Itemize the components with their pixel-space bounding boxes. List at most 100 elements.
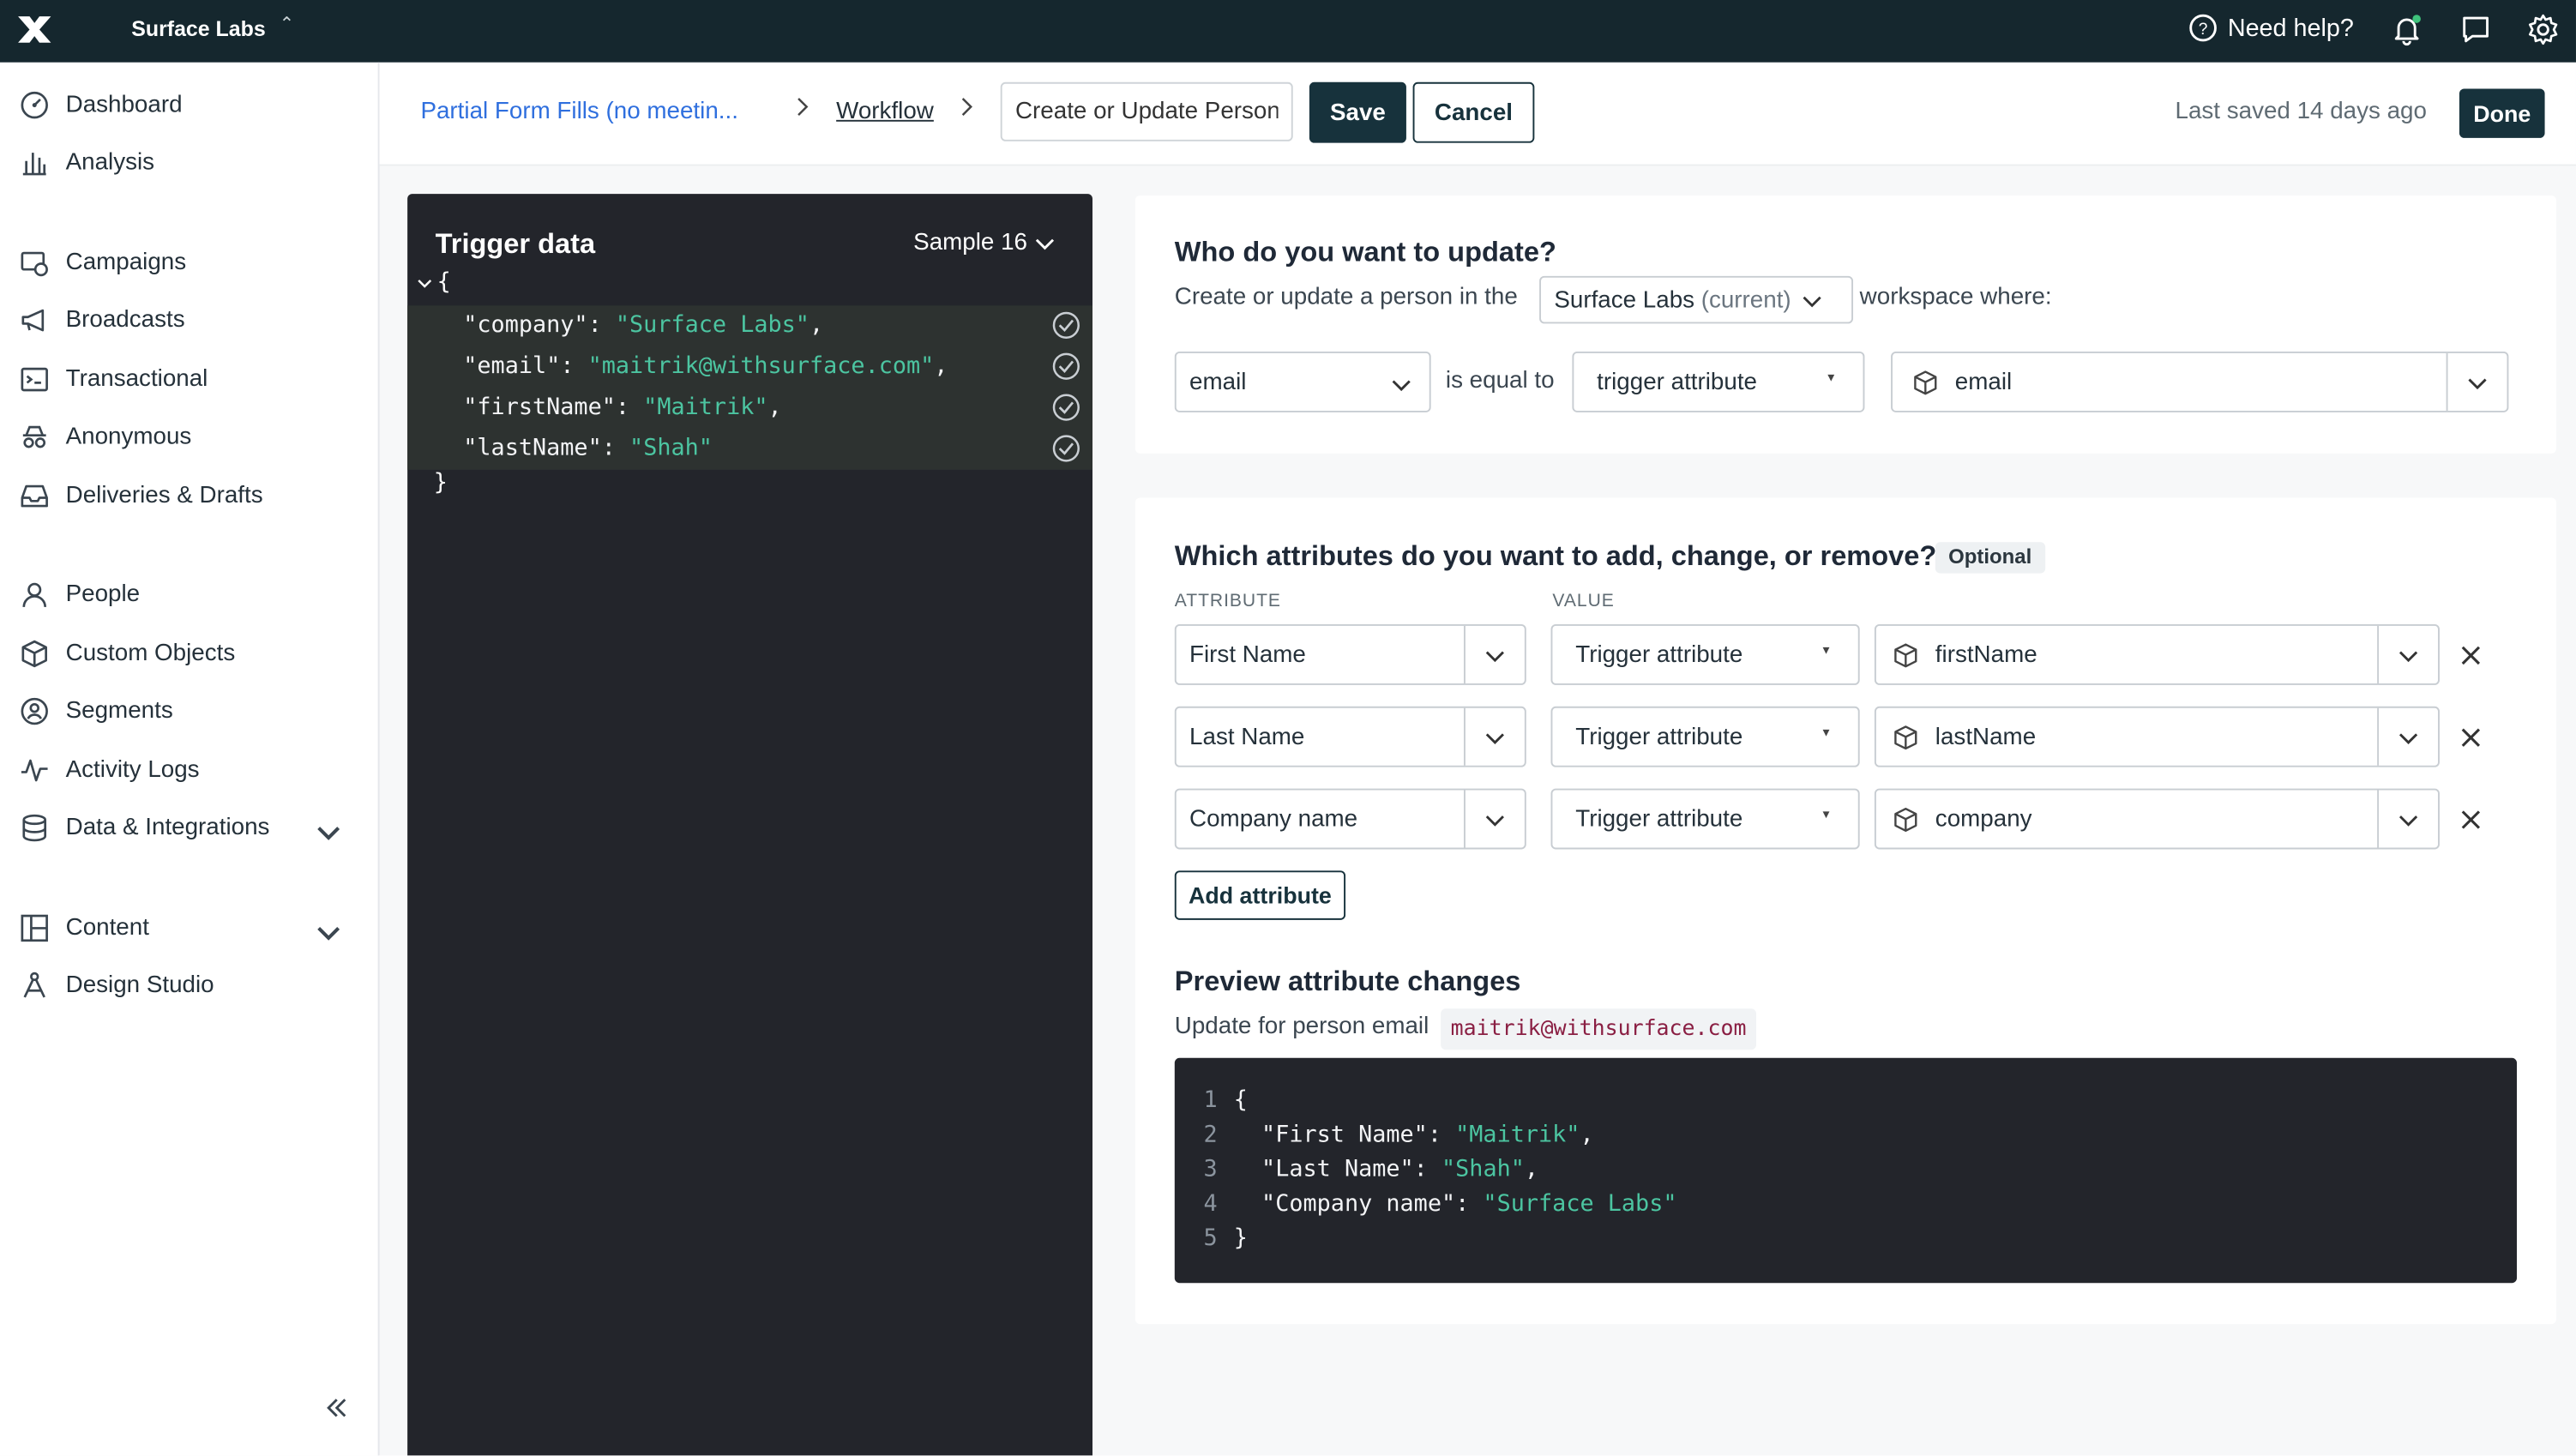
chevron-down-icon[interactable] [314, 918, 343, 948]
top-bar: Surface Labs ⌃ ? Need help? [0, 0, 2576, 63]
dropdown-toggle[interactable] [1463, 625, 1525, 683]
design-icon [23, 972, 45, 998]
json-line[interactable]: "email": "maitrik@withsurface.com", [463, 348, 948, 384]
caret-down-icon: ▼ [1820, 809, 1833, 821]
dropdown-toggle[interactable] [2446, 352, 2507, 411]
json-line[interactable]: "company": "Surface Labs", [463, 307, 823, 343]
sidebar-item-deliveries[interactable]: Deliveries & Drafts [20, 477, 357, 516]
json-trail: , [934, 352, 948, 380]
line-number: 5 [1203, 1225, 1218, 1252]
collapse-sidebar-icon[interactable] [322, 1393, 351, 1423]
dropdown-toggle[interactable] [2377, 707, 2438, 766]
sidebar-item-activity-logs[interactable]: Activity Logs [20, 751, 357, 791]
identifier-select[interactable]: email [1174, 351, 1431, 412]
content-icon [21, 914, 48, 942]
done-button[interactable]: Done [2459, 88, 2545, 138]
chevron-down-icon [2398, 733, 2418, 744]
close-brace: } [433, 469, 448, 496]
dropdown-toggle[interactable] [2377, 790, 2438, 848]
close-icon[interactable] [2459, 809, 2483, 832]
gear-icon[interactable] [2527, 13, 2560, 45]
action-name-input[interactable] [1000, 81, 1293, 141]
chevron-down-icon [2468, 378, 2487, 390]
dropdown-toggle[interactable] [2377, 625, 2438, 683]
json-line[interactable]: "firstName": "Maitrik", [463, 389, 781, 425]
line-number: 1 [1203, 1087, 1218, 1114]
source-select[interactable]: trigger attribute ▼ [1572, 351, 1865, 412]
help-link[interactable]: ? Need help? [2188, 13, 2354, 42]
json-open[interactable]: { [416, 269, 451, 296]
code-key: { [1233, 1087, 1248, 1114]
sidebar-item-dashboard[interactable]: Dashboard [20, 86, 357, 125]
caret-down-icon: ▼ [1820, 645, 1833, 658]
save-button[interactable]: Save [1309, 81, 1406, 143]
broadcasts-icon [21, 309, 45, 332]
close-icon[interactable] [2459, 726, 2483, 749]
sample-select[interactable]: Sample 16 [913, 230, 1056, 256]
sidebar-item-design-studio[interactable]: Design Studio [20, 966, 357, 1005]
workspace-name[interactable]: Surface Labs [131, 16, 265, 41]
sidebar-item-campaigns[interactable]: Campaigns [20, 244, 357, 283]
attribute-name: Last Name [1189, 723, 1305, 750]
value-source-select[interactable]: Trigger attribute ▼ [1550, 788, 1860, 850]
bell-icon[interactable] [2390, 13, 2423, 46]
breadcrumb-campaign[interactable]: Partial Form Fills (no meetin... [420, 99, 737, 125]
sidebar-item-label: Custom Objects [65, 641, 236, 667]
sidebar-item-segments[interactable]: Segments [20, 692, 357, 731]
sidebar-item-people[interactable]: People [20, 575, 357, 615]
cancel-button[interactable]: Cancel [1412, 81, 1535, 143]
preview-title: Preview attribute changes [1174, 966, 1521, 997]
sidebar-item-label: Deliveries & Drafts [65, 483, 263, 509]
json-line[interactable]: "lastName": "Shah" [463, 430, 713, 466]
sidebar-item-custom-objects[interactable]: Custom Objects [20, 634, 357, 673]
help-label: Need help? [2227, 14, 2354, 42]
value-attr: lastName [1935, 723, 2037, 750]
collapse-json-icon[interactable] [416, 274, 434, 292]
attribute-select[interactable]: First Name [1174, 624, 1526, 685]
line-number: 2 [1203, 1122, 1218, 1149]
sidebar-item-transactional[interactable]: Transactional [20, 360, 357, 400]
logo-icon[interactable] [16, 13, 52, 45]
json-key: "firstName" [463, 394, 616, 421]
close-icon[interactable] [2459, 644, 2483, 667]
attribute-select[interactable]: Company name [1174, 788, 1526, 850]
sidebar-item-anonymous[interactable]: Anonymous [20, 418, 357, 457]
value-source: Trigger attribute [1575, 723, 1743, 750]
workspace-select[interactable]: Surface Labs (current) [1539, 275, 1854, 324]
value-select[interactable]: lastName [1874, 706, 2440, 767]
preview-update-for: Update for person email [1174, 1014, 1429, 1040]
sidebar-item-content[interactable]: Content [20, 908, 357, 948]
value-source-select[interactable]: Trigger attribute ▼ [1550, 706, 1860, 767]
database-icon [22, 814, 47, 842]
sidebar-item-label: Campaigns [65, 250, 187, 276]
sidebar-item-broadcasts[interactable]: Broadcasts [20, 301, 357, 340]
add-attribute-button[interactable]: Add attribute [1174, 870, 1346, 920]
identifier-value: email [1189, 369, 1247, 395]
value-select[interactable]: firstName [1874, 624, 2440, 685]
sidebar-item-data-integrations[interactable]: Data & Integrations [20, 809, 357, 848]
chat-icon[interactable] [2459, 13, 2492, 45]
value-select[interactable]: company [1874, 788, 2440, 850]
breadcrumb-workflow[interactable]: Workflow [836, 99, 934, 125]
segments-icon [21, 697, 48, 725]
dropdown-toggle[interactable] [1463, 707, 1525, 766]
sidebar-item-analysis[interactable]: Analysis [20, 143, 357, 183]
switch-icon[interactable]: ⌃ [280, 13, 295, 34]
chevron-down-icon[interactable] [314, 818, 343, 847]
code-value: "Surface Labs" [1483, 1190, 1677, 1218]
svg-text:?: ? [2199, 21, 2208, 39]
value-attr: company [1935, 805, 2032, 833]
json-value: "Shah" [629, 435, 713, 462]
attribute-select[interactable]: Last Name [1174, 706, 1526, 767]
json-key: "company" [463, 312, 588, 339]
workspace-value: Surface Labs [1554, 286, 1695, 313]
page-header: Partial Form Fills (no meetin... Workflo… [379, 62, 2576, 166]
json-trail: , [809, 312, 824, 339]
caret-down-icon: ▼ [1825, 372, 1837, 385]
identifier-value-select[interactable]: email [1891, 351, 2509, 412]
col-value: VALUE [1552, 591, 1615, 611]
code-key: "First Name": [1233, 1122, 1456, 1149]
value-source-select[interactable]: Trigger attribute ▼ [1550, 624, 1860, 685]
dropdown-toggle[interactable] [1463, 790, 1525, 848]
json-value: "Maitrik" [643, 394, 768, 421]
